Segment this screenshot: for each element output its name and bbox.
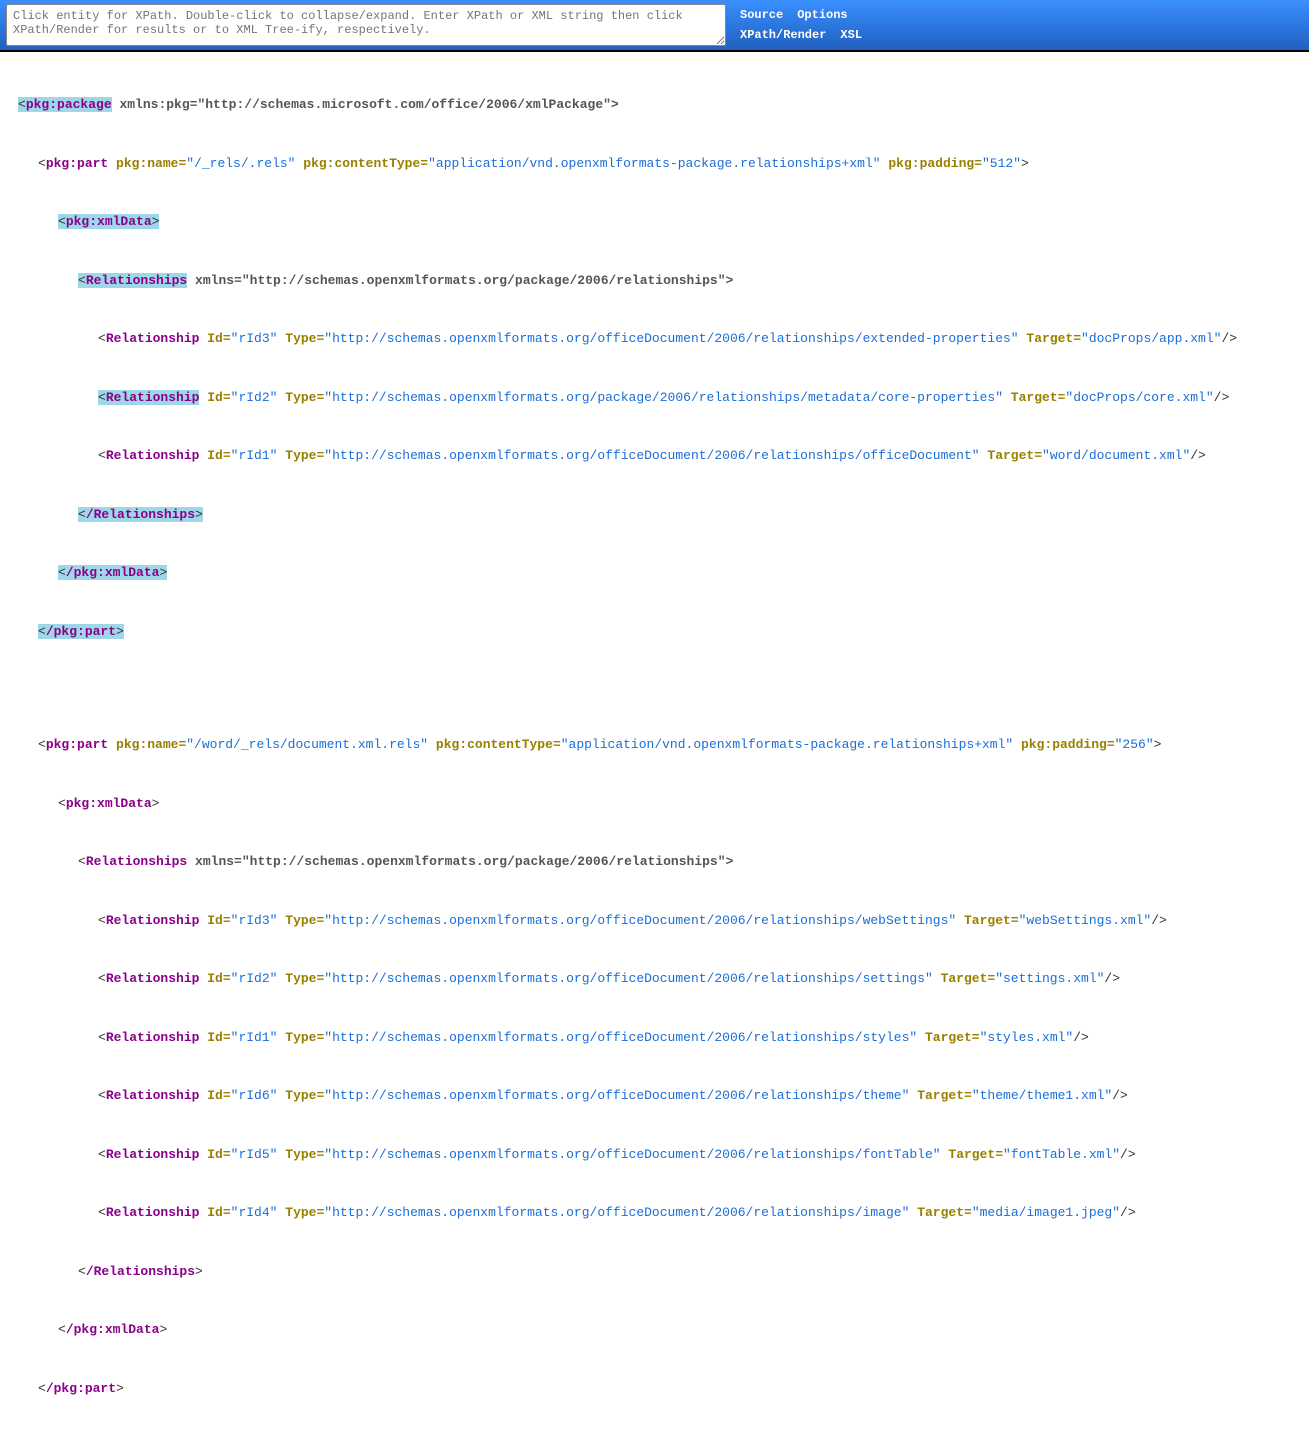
xml-node[interactable]: <Relationship Id="rId1" Type="http://sch… (8, 1028, 1301, 1048)
xml-node[interactable]: <Relationship Id="rId5" Type="http://sch… (8, 1145, 1301, 1165)
toolbar-links: Source Options XPath/Render XSL (740, 4, 862, 42)
xml-node[interactable]: </pkg:xmlData> (8, 1320, 1301, 1340)
xml-node[interactable]: <Relationship Id="rId3" Type="http://sch… (8, 911, 1301, 931)
source-link[interactable]: Source (740, 8, 783, 22)
xml-node[interactable]: <Relationship Id="rId1" Type="http://sch… (8, 446, 1301, 466)
xml-node[interactable]: <Relationships xmlns="http://schemas.ope… (8, 271, 1301, 291)
xml-node[interactable]: </pkg:part> (8, 1379, 1301, 1399)
xml-node[interactable]: <pkg:part pkg:name="/word/_rels/document… (8, 735, 1301, 755)
options-link[interactable]: Options (797, 8, 847, 22)
xml-node[interactable]: <Relationship Id="rId2" Type="http://sch… (8, 969, 1301, 989)
xml-node[interactable]: <pkg:package xmlns:pkg="http://schemas.m… (8, 95, 1301, 115)
xml-node[interactable]: <pkg:part pkg:name="/_rels/.rels" pkg:co… (8, 154, 1301, 174)
xsl-link[interactable]: XSL (840, 28, 862, 42)
xpath-render-link[interactable]: XPath/Render (740, 28, 826, 42)
xml-node[interactable]: <pkg:xmlData> (8, 212, 1301, 232)
xml-node[interactable]: </pkg:xmlData> (8, 563, 1301, 583)
xml-node[interactable]: <Relationship Id="rId2" Type="http://sch… (8, 388, 1301, 408)
xml-tree[interactable]: <pkg:package xmlns:pkg="http://schemas.m… (0, 52, 1309, 1452)
xml-node[interactable]: <pkg:xmlData> (8, 794, 1301, 814)
xpath-input[interactable] (6, 4, 726, 46)
xml-node[interactable]: </pkg:part> (8, 622, 1301, 642)
xml-node[interactable]: <Relationship Id="rId4" Type="http://sch… (8, 1203, 1301, 1223)
xml-node[interactable]: </Relationships> (8, 505, 1301, 525)
xml-node[interactable]: <Relationship Id="rId6" Type="http://sch… (8, 1086, 1301, 1106)
xml-node[interactable]: <Relationship Id="rId3" Type="http://sch… (8, 329, 1301, 349)
toolbar: Source Options XPath/Render XSL (0, 0, 1309, 52)
xml-node[interactable]: <Relationships xmlns="http://schemas.ope… (8, 852, 1301, 872)
xml-node[interactable]: </Relationships> (8, 1262, 1301, 1282)
